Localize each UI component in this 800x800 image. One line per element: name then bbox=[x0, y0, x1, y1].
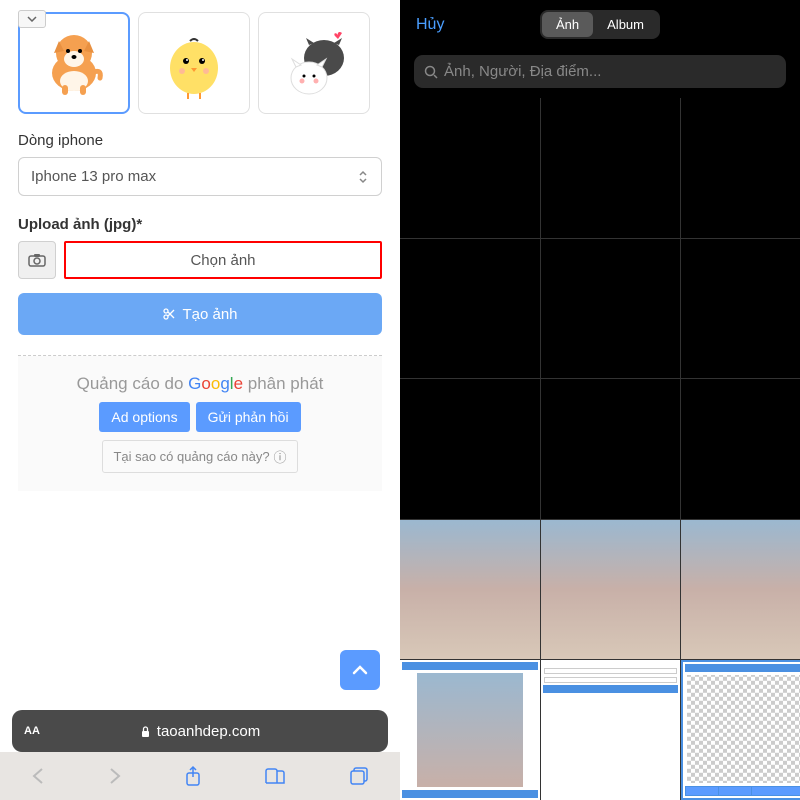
photo-thumb-sky[interactable] bbox=[541, 520, 681, 660]
search-placeholder: Ảnh, Người, Địa điểm... bbox=[444, 63, 601, 80]
choose-image-button[interactable]: Chọn ảnh bbox=[64, 241, 382, 279]
photo-thumb-sky[interactable] bbox=[681, 520, 800, 660]
browser-toolbar bbox=[0, 752, 400, 800]
photo-thumb[interactable] bbox=[541, 379, 681, 519]
search-icon bbox=[424, 65, 438, 79]
photo-thumb[interactable] bbox=[400, 239, 540, 379]
upload-section: Upload ảnh (jpg)* Chọn ảnh Tạo ảnh bbox=[0, 206, 400, 345]
collapse-button[interactable] bbox=[18, 10, 46, 28]
photo-thumb-screenshot[interactable] bbox=[400, 660, 540, 800]
photo-thumb[interactable] bbox=[541, 98, 681, 238]
sticker-selection bbox=[0, 0, 400, 122]
ad-attribution: Quảng cáo do Google phân phát bbox=[77, 374, 324, 394]
photo-thumb[interactable] bbox=[400, 379, 540, 519]
picker-header: Hủy Ảnh Album bbox=[400, 0, 800, 49]
search-input[interactable]: Ảnh, Người, Địa điểm... bbox=[414, 55, 786, 88]
photo-grid bbox=[400, 98, 800, 800]
font-size-button[interactable]: AA bbox=[24, 725, 40, 737]
picker-tabs: Ảnh Album bbox=[540, 10, 660, 39]
address-bar[interactable]: AA taoanhdep.com bbox=[12, 710, 388, 752]
photo-thumb-screenshot[interactable] bbox=[541, 660, 681, 800]
bookmarks-button[interactable] bbox=[264, 767, 286, 785]
phone-model-label: Dòng iphone bbox=[18, 132, 382, 149]
ad-section: Quảng cáo do Google phân phát Ad options… bbox=[18, 356, 382, 491]
share-button[interactable] bbox=[184, 765, 202, 787]
create-image-button[interactable]: Tạo ảnh bbox=[18, 293, 382, 335]
select-arrows-icon bbox=[357, 169, 369, 185]
upload-label: Upload ảnh (jpg)* bbox=[18, 216, 382, 233]
create-image-label: Tạo ảnh bbox=[182, 306, 237, 323]
camera-icon bbox=[28, 253, 46, 267]
tab-albums[interactable]: Album bbox=[593, 12, 658, 37]
lock-icon bbox=[140, 725, 151, 738]
web-page-panel: Dòng iphone Iphone 13 pro max Upload ảnh… bbox=[0, 0, 400, 800]
forward-button[interactable] bbox=[108, 766, 122, 786]
ad-options-button[interactable]: Ad options bbox=[99, 402, 189, 432]
tabs-button[interactable] bbox=[349, 766, 369, 786]
photo-picker-panel: Hủy Ảnh Album Ảnh, Người, Địa điểm... bbox=[400, 0, 800, 800]
photo-thumb[interactable] bbox=[400, 98, 540, 238]
scissors-icon bbox=[162, 307, 176, 321]
back-button[interactable] bbox=[31, 766, 45, 786]
photo-thumb-screenshot[interactable] bbox=[681, 660, 800, 800]
chevron-up-icon bbox=[352, 665, 368, 675]
cancel-button[interactable]: Hủy bbox=[416, 16, 444, 34]
ad-feedback-button[interactable]: Gửi phản hồi bbox=[196, 402, 301, 432]
info-icon: ⓘ bbox=[274, 447, 287, 466]
sticker-chick[interactable] bbox=[138, 12, 250, 114]
scroll-to-top-button[interactable] bbox=[340, 650, 380, 690]
domain-text: taoanhdep.com bbox=[157, 723, 260, 740]
sticker-cat-heart[interactable] bbox=[258, 12, 370, 114]
tab-photos[interactable]: Ảnh bbox=[542, 12, 593, 37]
photo-thumb[interactable] bbox=[681, 239, 800, 379]
photo-thumb[interactable] bbox=[681, 98, 800, 238]
phone-model-value: Iphone 13 pro max bbox=[31, 168, 156, 185]
photo-thumb-sky[interactable] bbox=[400, 520, 540, 660]
photo-thumb[interactable] bbox=[541, 239, 681, 379]
choose-image-label: Chọn ảnh bbox=[190, 252, 255, 269]
phone-model-section: Dòng iphone Iphone 13 pro max bbox=[0, 122, 400, 206]
photo-thumb[interactable] bbox=[681, 379, 800, 519]
camera-button[interactable] bbox=[18, 241, 56, 279]
phone-model-select[interactable]: Iphone 13 pro max bbox=[18, 157, 382, 196]
ad-why-button[interactable]: Tại sao có quảng cáo này? ⓘ bbox=[102, 440, 297, 473]
